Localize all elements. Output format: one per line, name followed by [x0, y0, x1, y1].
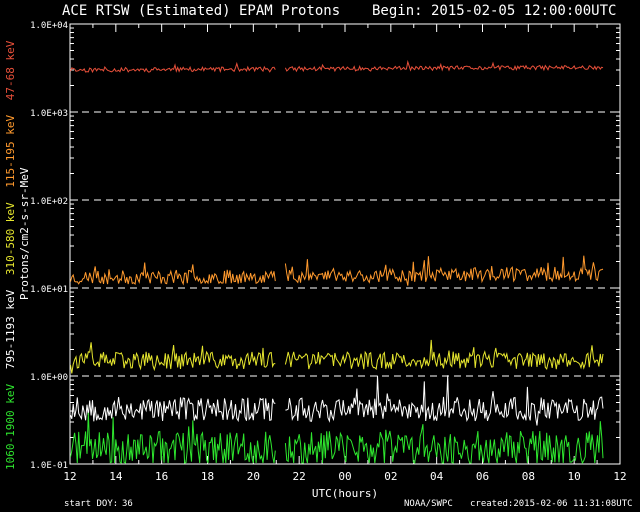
- x-tick-label: 18: [201, 470, 214, 483]
- epam-chart: ACE RTSW (Estimated) EPAM Protons Begin:…: [4, 3, 633, 509]
- series-line-2-1: [284, 339, 604, 371]
- x-tick-label: 02: [384, 470, 397, 483]
- label-ch-795-1193: 795-1193 keV: [4, 289, 17, 369]
- series-line-1-1: [284, 255, 604, 286]
- label-ch-1060-1900: 1060-1900 keV: [4, 384, 17, 470]
- y-tick-label: 1.0E+02: [30, 197, 68, 207]
- x-axis-label: UTC(hours): [312, 487, 378, 500]
- label-ch-47-68: 47-68 keV: [4, 40, 17, 100]
- created-timestamp: created:2015-02-06 11:31:08UTC: [470, 499, 633, 509]
- x-tick-label: 00: [338, 470, 351, 483]
- series-line-1-0: [70, 262, 276, 286]
- series-line-4-1: [284, 421, 604, 465]
- series-line-3-0: [70, 396, 276, 423]
- x-tick-label: 04: [430, 470, 444, 483]
- begin-time: Begin: 2015-02-05 12:00:00UTC: [372, 3, 616, 19]
- x-tick-label: 12: [63, 470, 76, 483]
- y-tick-label: 1.0E+00: [30, 373, 68, 383]
- x-tick-label: 12: [613, 470, 626, 483]
- x-tick-label: 20: [247, 470, 260, 483]
- y-tick-label: 1.0E+03: [30, 109, 68, 119]
- series-line-0-0: [70, 61, 276, 74]
- source-label: NOAA/SWPC: [404, 499, 453, 509]
- x-ticks: 12 14 16 18 20 22 00 02 04 06 08 10 12: [63, 24, 627, 483]
- y-tick-label: 1.0E-01: [30, 461, 68, 471]
- label-ch-115-195: 115-195 keV: [4, 114, 17, 187]
- svg-text:1060-1900 keV 795-1193 k: 1060-1900 keV 795-1193 keV 310-580 keV 1…: [4, 40, 17, 470]
- series-line-3-1: [285, 375, 604, 426]
- series-line-4-0: [70, 412, 276, 464]
- y-tick-label: 1.0E+04: [30, 21, 68, 31]
- x-tick-label: 14: [109, 470, 123, 483]
- chart-title: ACE RTSW (Estimated) EPAM Protons: [62, 3, 340, 19]
- plot-frame: [69, 23, 621, 465]
- grid-lines: [70, 111, 620, 377]
- channel-labels: 1060-1900 keV 795-1193 keV 310-580 keV 1…: [4, 40, 17, 470]
- data-series: [70, 59, 604, 465]
- x-tick-label: 22: [293, 470, 306, 483]
- start-doy-value: 36: [122, 499, 133, 509]
- label-ch-310-580: 310-580 keV: [4, 202, 17, 275]
- series-line-2-0: [70, 342, 276, 374]
- x-tick-label: 08: [522, 470, 535, 483]
- series-line-0-1: [284, 59, 604, 73]
- y-tick-label: 1.0E+01: [30, 285, 68, 295]
- x-tick-label: 16: [155, 470, 168, 483]
- x-tick-label: 06: [476, 470, 489, 483]
- y-axis-label: Protons/cm2-s-sr-MeV: [18, 167, 31, 300]
- x-tick-label: 10: [568, 470, 581, 483]
- start-doy-label: start DOY:: [64, 499, 118, 509]
